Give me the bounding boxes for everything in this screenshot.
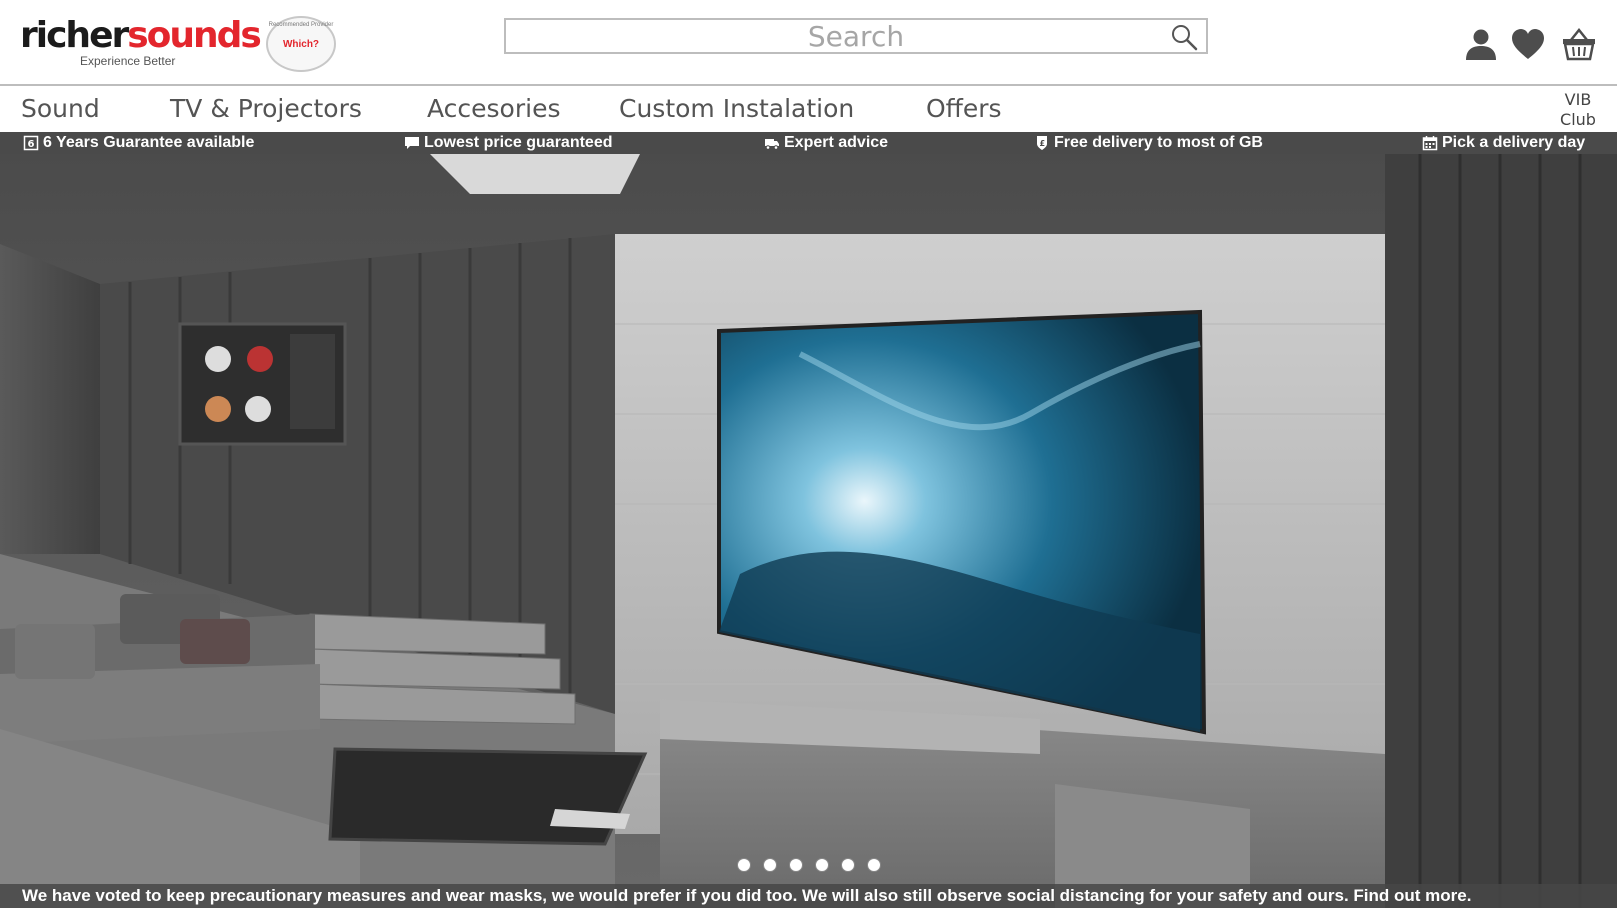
- logo-part-sounds: sounds: [127, 15, 262, 56]
- richersounds-logo[interactable]: richersounds Experience Better: [20, 15, 262, 72]
- carousel-dots: [0, 858, 1617, 872]
- logo-wordmark: richersounds: [20, 15, 262, 56]
- site-header: richersounds Experience Better Recommend…: [0, 0, 1617, 86]
- heart-icon[interactable]: [1510, 26, 1546, 62]
- usp-guarantee-label: 6 Years Guarantee available: [43, 134, 255, 151]
- carousel-dot-1[interactable]: [736, 858, 751, 872]
- shield-pound-icon: £: [1037, 136, 1047, 150]
- usp-guarantee[interactable]: 6 6 Years Guarantee available: [23, 134, 254, 152]
- search-input[interactable]: [506, 20, 1206, 52]
- hero-image-home-cinema[interactable]: [0, 154, 1617, 908]
- vib-club-link[interactable]: VIB Club: [1548, 90, 1608, 130]
- carousel-dot-6[interactable]: [866, 858, 881, 872]
- nav-item-accesories[interactable]: Accesories: [427, 94, 560, 123]
- truck-icon: [765, 139, 779, 150]
- main-nav: Sound TV & Projectors Accesories Custom …: [0, 88, 1617, 132]
- usp-expert-advice[interactable]: Expert advice: [764, 134, 888, 152]
- badge-ring-text: Recommended Provider: [268, 22, 334, 28]
- speech-bubble-icon: [405, 137, 419, 149]
- usp-free-delivery[interactable]: £ Free delivery to most of GB: [1034, 134, 1263, 152]
- usp-delivery-day-label: Pick a delivery day: [1442, 134, 1586, 151]
- usp-expert-advice-label: Expert advice: [784, 134, 889, 151]
- logo-part-richer: richer: [20, 15, 129, 56]
- search-icon[interactable]: [1170, 23, 1198, 51]
- which-recommended-badge: Recommended Provider Which?: [266, 16, 336, 72]
- carousel-dot-2[interactable]: [762, 858, 777, 872]
- hero-carousel: [0, 154, 1617, 908]
- svg-text:6: 6: [28, 139, 35, 150]
- user-icon[interactable]: [1463, 26, 1499, 62]
- usp-lowest-price-label: Lowest price guaranteed: [424, 134, 613, 151]
- logo-tagline: Experience Better: [80, 54, 176, 68]
- vib-club-line1: VIB: [1564, 90, 1592, 109]
- nav-item-tv-projectors[interactable]: TV & Projectors: [170, 94, 362, 123]
- guarantee-icon: 6: [23, 135, 39, 151]
- vib-club-line2: Club: [1560, 110, 1596, 129]
- carousel-dot-3[interactable]: [788, 858, 803, 872]
- usp-delivery-day[interactable]: Pick a delivery day: [1422, 134, 1585, 152]
- carousel-dot-5[interactable]: [840, 858, 855, 872]
- svg-text:£: £: [1040, 139, 1046, 148]
- calendar-icon: [1422, 136, 1438, 151]
- search-bar: [504, 18, 1208, 54]
- badge-which-text: Which?: [282, 38, 320, 50]
- nav-item-offers[interactable]: Offers: [926, 94, 1002, 123]
- basket-icon[interactable]: [1561, 26, 1597, 62]
- usp-lowest-price[interactable]: Lowest price guaranteed: [404, 134, 613, 152]
- carousel-dot-4[interactable]: [814, 858, 829, 872]
- nav-item-custom-instalation[interactable]: Custom Instalation: [619, 94, 854, 123]
- covid-notice-banner[interactable]: We have voted to keep precautionary meas…: [0, 884, 1617, 908]
- nav-item-sound[interactable]: Sound: [21, 94, 100, 123]
- usp-free-delivery-label: Free delivery to most of GB: [1054, 134, 1263, 151]
- usp-strip: 6 6 Years Guarantee available Lowest pri…: [0, 132, 1617, 154]
